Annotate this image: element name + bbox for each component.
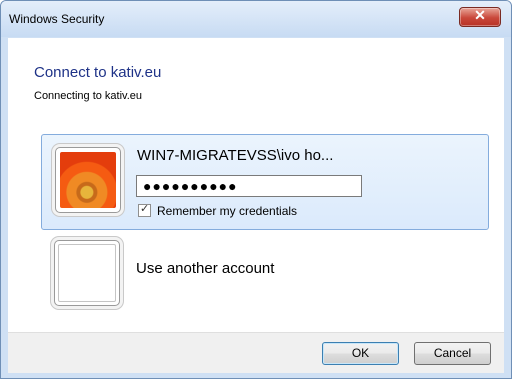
use-another-account-label: Use another account bbox=[136, 260, 275, 277]
close-button[interactable]: ✕ bbox=[459, 7, 501, 27]
dialog-heading: Connect to kativ.eu bbox=[34, 64, 162, 81]
cancel-button[interactable]: Cancel bbox=[414, 342, 491, 365]
remember-checkbox[interactable]: ✓ bbox=[138, 203, 151, 217]
window-title: Windows Security bbox=[9, 12, 105, 26]
close-icon: ✕ bbox=[474, 7, 486, 23]
account-name: WIN7-MIGRATEVSS\ivo ho... bbox=[137, 147, 334, 164]
dialog-content: Connect to kativ.eu Connecting to kativ.… bbox=[8, 38, 504, 332]
password-field[interactable]: ●●●●●●●●●● bbox=[136, 175, 362, 197]
windows-security-dialog: Windows Security ✕ Connect to kativ.eu C… bbox=[0, 0, 512, 379]
blank-picture bbox=[58, 244, 116, 302]
use-another-account-tile[interactable]: Use another account bbox=[41, 234, 487, 306]
ok-button[interactable]: OK bbox=[322, 342, 399, 365]
title-bar[interactable]: Windows Security ✕ bbox=[1, 1, 511, 37]
dialog-subheading: Connecting to kativ.eu bbox=[34, 90, 143, 102]
button-bar: OK Cancel bbox=[8, 332, 504, 373]
user-tile-flower-icon bbox=[55, 147, 121, 213]
blank-user-tile-icon bbox=[54, 240, 120, 306]
remember-credentials-row[interactable]: ✓ Remember my credentials bbox=[138, 203, 298, 218]
flower-picture bbox=[60, 152, 116, 208]
check-icon: ✓ bbox=[140, 203, 150, 215]
remember-label: Remember my credentials bbox=[157, 204, 298, 218]
saved-credential-tile[interactable]: WIN7-MIGRATEVSS\ivo ho... ●●●●●●●●●● ✓ Re… bbox=[41, 134, 489, 230]
